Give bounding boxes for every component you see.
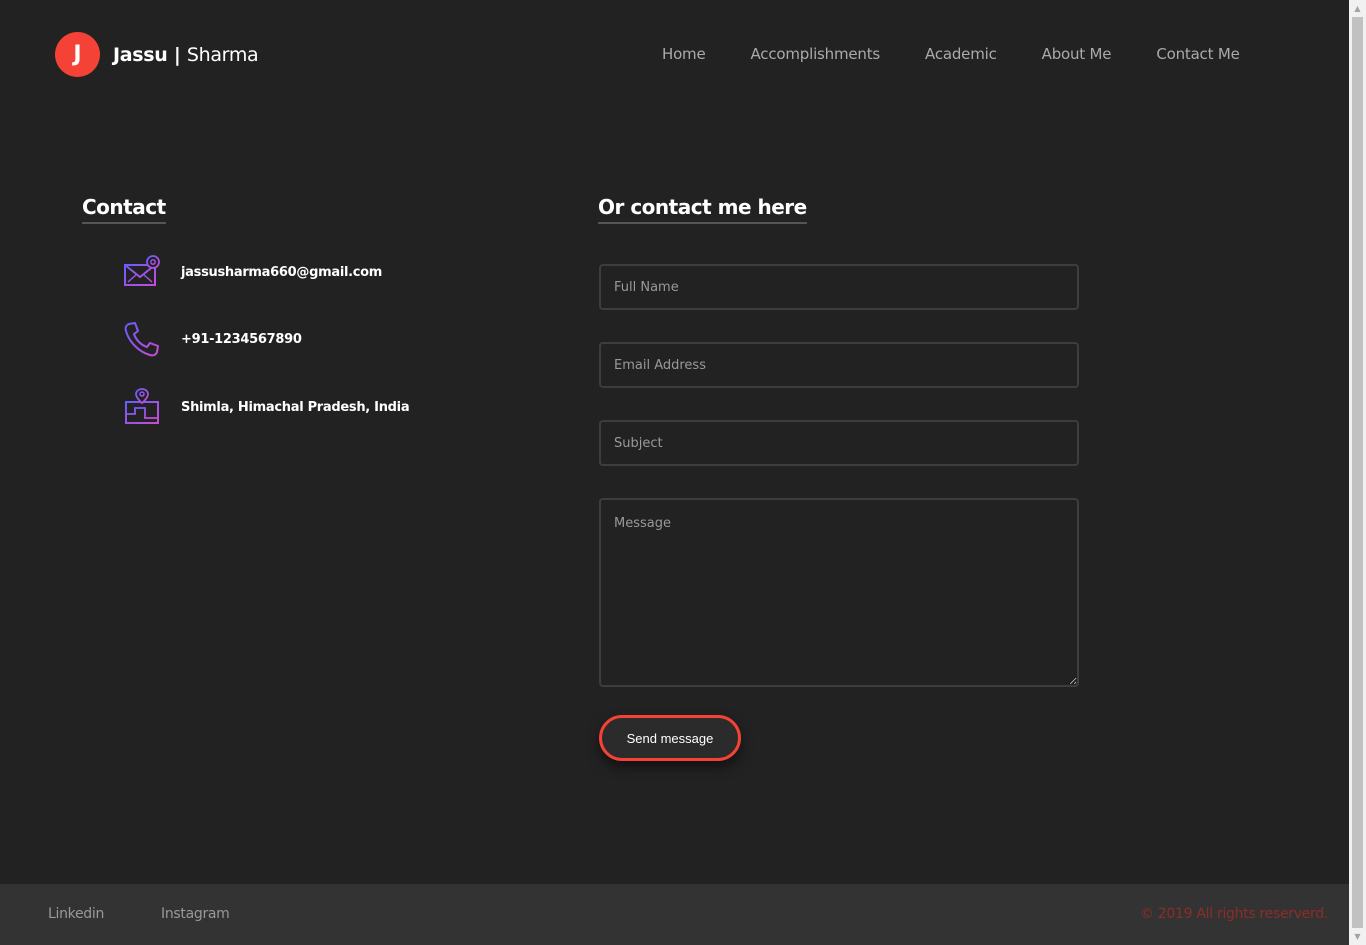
nav-accomplishments[interactable]: Accomplishments bbox=[751, 45, 881, 63]
contact-page: J Jassu | Sharma Home Accomplishments Ac… bbox=[0, 0, 1349, 945]
message-textarea[interactable] bbox=[599, 498, 1079, 687]
contact-email-row: jassusharma660@gmail.com bbox=[123, 253, 382, 291]
nav-about-me[interactable]: About Me bbox=[1042, 45, 1112, 63]
full-name-input[interactable] bbox=[599, 264, 1079, 310]
nav-academic[interactable]: Academic bbox=[925, 45, 997, 63]
footer-instagram-link[interactable]: Instagram bbox=[161, 906, 230, 922]
nav-home[interactable]: Home bbox=[662, 45, 706, 63]
contact-email-text[interactable]: jassusharma660@gmail.com bbox=[181, 265, 382, 280]
page-footer: Linkedin Instagram © 2019 All rights res… bbox=[0, 884, 1349, 945]
subject-input[interactable] bbox=[599, 420, 1079, 466]
send-message-button[interactable]: Send message bbox=[599, 715, 741, 761]
brand-name: Jassu | Sharma bbox=[113, 43, 259, 66]
brand-last-name: Sharma bbox=[186, 43, 259, 66]
copyright-text: © 2019 All rights reserverd. bbox=[1139, 906, 1328, 922]
form-heading: Or contact me here bbox=[598, 195, 807, 224]
brand-separator: | bbox=[167, 43, 187, 66]
contact-phone-row: +91-1234567890 bbox=[123, 320, 302, 358]
email-address-input[interactable] bbox=[599, 342, 1079, 388]
contact-location-row: Shimla, Himachal Pradesh, India bbox=[123, 388, 410, 426]
footer-linkedin-link[interactable]: Linkedin bbox=[48, 906, 104, 922]
map-pin-icon bbox=[125, 388, 159, 424]
scroll-up-icon[interactable]: ▲ bbox=[1349, 0, 1366, 17]
contact-phone-text[interactable]: +91-1234567890 bbox=[181, 332, 302, 347]
scroll-down-icon[interactable]: ▼ bbox=[1349, 928, 1366, 945]
logo-badge: J bbox=[55, 32, 100, 77]
contact-location-text: Shimla, Himachal Pradesh, India bbox=[181, 399, 410, 415]
brand-first-name: Jassu bbox=[113, 43, 168, 66]
brand-logo[interactable]: J Jassu | Sharma bbox=[55, 32, 259, 77]
scrollbar-thumb[interactable] bbox=[1352, 17, 1363, 928]
vertical-scrollbar[interactable]: ▲ ▼ bbox=[1349, 0, 1366, 945]
contact-heading: Contact bbox=[82, 195, 166, 224]
phone-icon bbox=[124, 322, 159, 357]
envelope-icon bbox=[124, 255, 160, 286]
main-nav: Home Accomplishments Academic About Me C… bbox=[662, 45, 1285, 63]
nav-contact-me[interactable]: Contact Me bbox=[1156, 45, 1240, 63]
